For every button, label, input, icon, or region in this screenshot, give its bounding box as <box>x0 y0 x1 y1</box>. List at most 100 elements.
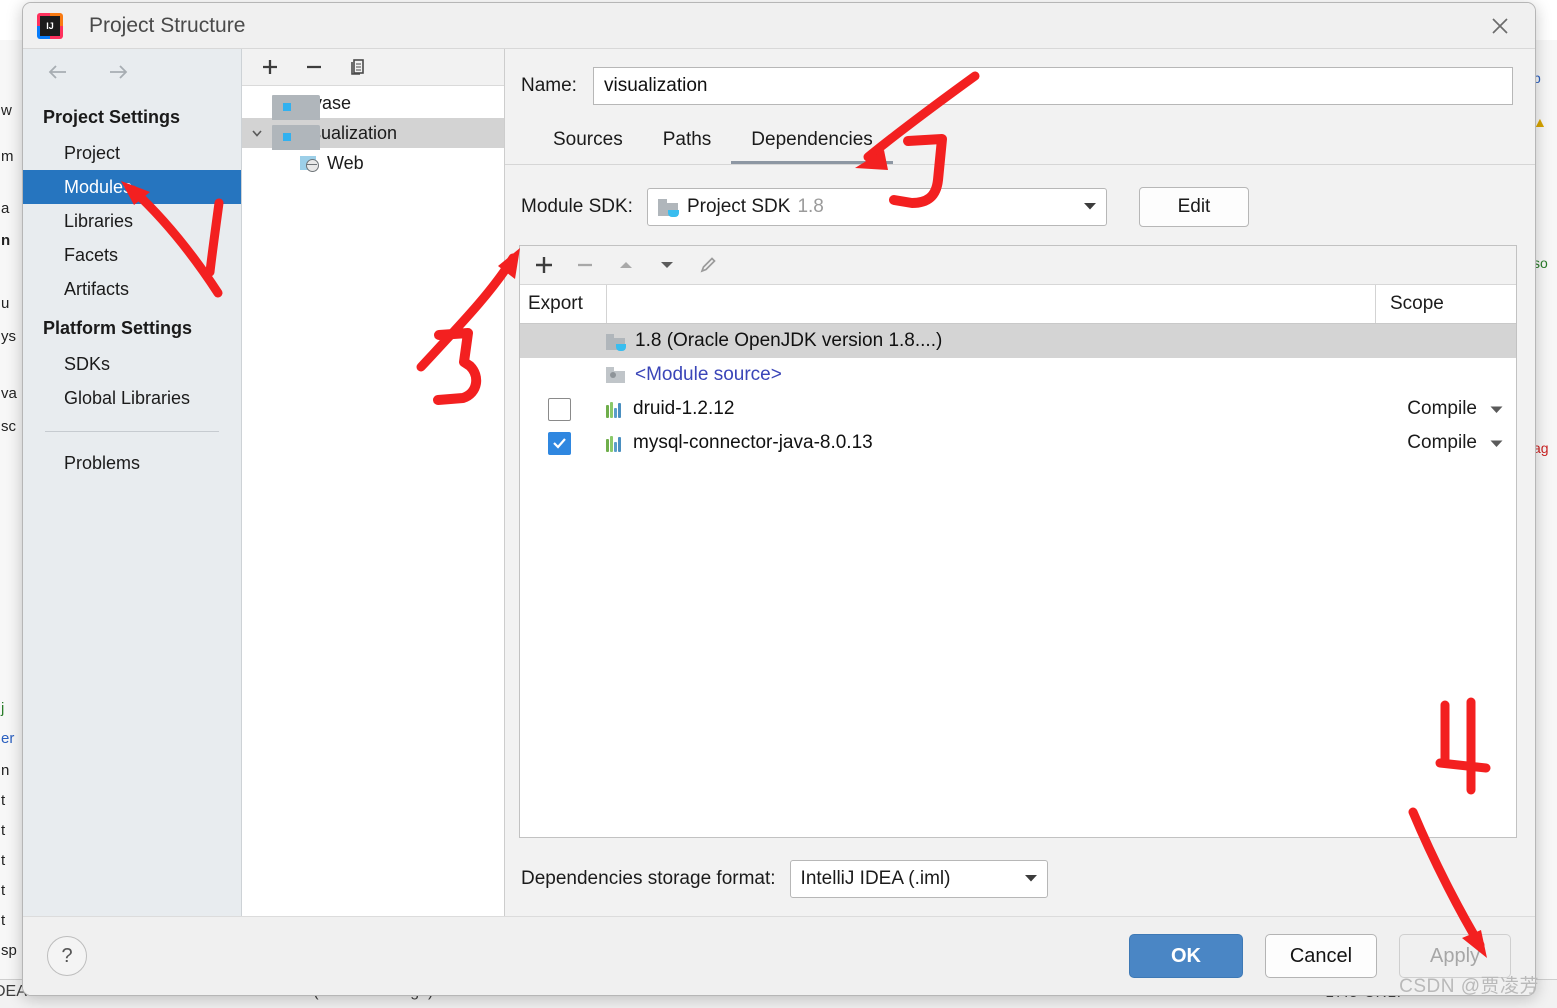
jdk-icon <box>606 333 626 351</box>
dialog-footer: ? OK Cancel Apply <box>23 916 1535 995</box>
sidebar-item-modules[interactable]: Modules <box>23 170 241 204</box>
add-dependency-button[interactable] <box>532 253 556 277</box>
bg-fragment: m <box>1 148 14 165</box>
add-module-button[interactable] <box>258 55 282 79</box>
dependencies-toolbar <box>520 246 1516 285</box>
scope-cell[interactable]: Compile <box>1378 398 1516 420</box>
sidebar-item-global-libraries[interactable]: Global Libraries <box>23 381 241 415</box>
intellij-idea-logo-icon: IJ <box>37 12 63 39</box>
column-header-export: Export <box>520 285 607 323</box>
tree-node-javase[interactable]: javase <box>242 88 504 120</box>
dependency-name-cell: druid-1.2.12 <box>598 398 1378 420</box>
sidebar-group-platform-settings: Platform Settings <box>43 318 193 338</box>
sidebar-item-facets[interactable]: Facets <box>23 238 241 272</box>
web-facet-icon <box>300 155 319 172</box>
dependency-name-cell: mysql-connector-java-8.0.13 <box>598 432 1378 454</box>
chevron-down-icon[interactable] <box>1489 398 1504 420</box>
dialog-title: Project Structure <box>89 13 246 37</box>
cancel-button[interactable]: Cancel <box>1265 934 1377 978</box>
chevron-down-icon[interactable] <box>1489 432 1504 454</box>
module-tree-list: javase visualization Web <box>242 86 504 916</box>
tab-dependencies[interactable]: Dependencies <box>731 121 893 164</box>
tab-sources[interactable]: Sources <box>533 121 643 164</box>
bg-fragment: sc <box>1 418 16 435</box>
scope-cell[interactable]: Compile <box>1378 432 1516 454</box>
module-name-label: Name: <box>521 75 577 96</box>
dependency-label: <Module source> <box>635 364 782 385</box>
chevron-down-icon <box>1072 198 1098 216</box>
export-cell[interactable] <box>520 431 598 455</box>
csdn-watermark: CSDN @贾凌芳 <box>1399 976 1539 997</box>
bg-fragment: t <box>1 822 6 839</box>
table-row[interactable]: 1.8 (Oracle OpenJDK version 1.8....) <box>520 324 1516 358</box>
screenshot-root: w m a n u ys va sc j er n t t t t t sp p… <box>0 0 1557 1008</box>
dependency-name-cell: <Module source> <box>598 364 1378 386</box>
module-folder-icon <box>272 125 320 150</box>
module-source-icon <box>606 366 626 384</box>
bg-fragment: u <box>1 295 10 312</box>
module-sdk-label: Module SDK: <box>521 196 633 217</box>
move-down-button[interactable] <box>655 253 679 277</box>
sidebar-item-libraries[interactable]: Libraries <box>23 204 241 238</box>
bg-fragment: j <box>1 700 5 717</box>
sidebar-item-problems[interactable]: Problems <box>23 446 241 480</box>
sidebar-item-sdks[interactable]: SDKs <box>23 347 241 381</box>
export-checkbox-checked[interactable] <box>547 431 571 455</box>
module-folder-icon <box>272 95 320 120</box>
arrow-left-icon[interactable] <box>45 62 71 82</box>
table-row[interactable]: <Module source> <box>520 358 1516 392</box>
edit-sdk-button[interactable]: Edit <box>1138 187 1249 227</box>
module-sdk-version: 1.8 <box>797 196 824 217</box>
module-tabs: Sources Paths Dependencies <box>505 121 1535 165</box>
module-tree-toolbar <box>242 49 504 86</box>
storage-format-value: IntelliJ IDEA (.iml) <box>800 868 951 889</box>
background-left-strip: w m a n u ys va sc j er n t t t t t sp <box>0 40 23 980</box>
module-tree-panel: javase visualization Web <box>242 49 505 916</box>
table-row[interactable]: mysql-connector-java-8.0.13 Compile <box>520 426 1516 460</box>
arrow-right-icon[interactable] <box>105 62 131 82</box>
jdk-folder-icon <box>657 198 679 217</box>
copy-module-button[interactable] <box>346 55 370 79</box>
ok-button[interactable]: OK <box>1129 934 1243 978</box>
dependency-label: mysql-connector-java-8.0.13 <box>633 432 873 453</box>
remove-module-button[interactable] <box>302 55 326 79</box>
module-sdk-dropdown[interactable]: Project SDK 1.8 <box>646 188 1107 226</box>
bg-fragment: t <box>1 882 6 899</box>
column-header-name <box>607 285 1376 323</box>
edit-dependency-button[interactable] <box>696 253 720 277</box>
tree-node-web[interactable]: Web <box>242 148 504 178</box>
storage-format-dropdown[interactable]: IntelliJ IDEA (.iml) <box>789 860 1048 898</box>
jar-library-icon <box>606 435 624 452</box>
sidebar-nav-row <box>23 49 241 95</box>
bg-fragment: t <box>1 912 6 929</box>
bg-fragment: n <box>1 762 10 779</box>
tab-paths[interactable]: Paths <box>643 121 732 164</box>
table-row[interactable]: druid-1.2.12 Compile <box>520 392 1516 426</box>
chevron-down-icon[interactable] <box>242 126 272 140</box>
column-header-scope: Scope <box>1390 293 1444 314</box>
bg-fragment: a <box>1 200 10 217</box>
dependency-label: 1.8 (Oracle OpenJDK version 1.8....) <box>635 330 943 351</box>
bg-fragment: sp <box>1 942 17 959</box>
module-sdk-row: Module SDK: Project SDK 1.8 Edit <box>505 165 1535 245</box>
module-sdk-value: Project SDK <box>686 196 791 217</box>
dialog-title-bar: IJ Project Structure <box>23 3 1535 49</box>
module-name-input[interactable] <box>592 67 1513 105</box>
dependency-name-cell: 1.8 (Oracle OpenJDK version 1.8....) <box>598 330 1378 352</box>
scope-value: Compile <box>1407 432 1477 453</box>
settings-sidebar: Project Settings Project Modules Librari… <box>23 49 242 916</box>
module-detail-panel: Name: Sources Paths Dependencies Module … <box>505 49 1535 916</box>
move-up-button[interactable] <box>614 253 638 277</box>
jar-library-icon <box>606 401 624 418</box>
tree-node-visualization[interactable]: visualization <box>242 118 504 150</box>
help-button[interactable]: ? <box>47 936 87 976</box>
dependencies-table: Export Scope 1.8 (Oracle OpenJDK version… <box>519 245 1517 838</box>
sidebar-item-project[interactable]: Project <box>23 136 241 170</box>
tree-node-label: Web <box>327 152 364 173</box>
sidebar-item-artifacts[interactable]: Artifacts <box>23 272 241 306</box>
scope-value: Compile <box>1407 398 1477 419</box>
export-checkbox-unchecked[interactable] <box>547 397 571 421</box>
export-cell[interactable] <box>520 397 598 421</box>
close-icon[interactable] <box>1483 9 1517 43</box>
remove-dependency-button[interactable] <box>573 253 597 277</box>
